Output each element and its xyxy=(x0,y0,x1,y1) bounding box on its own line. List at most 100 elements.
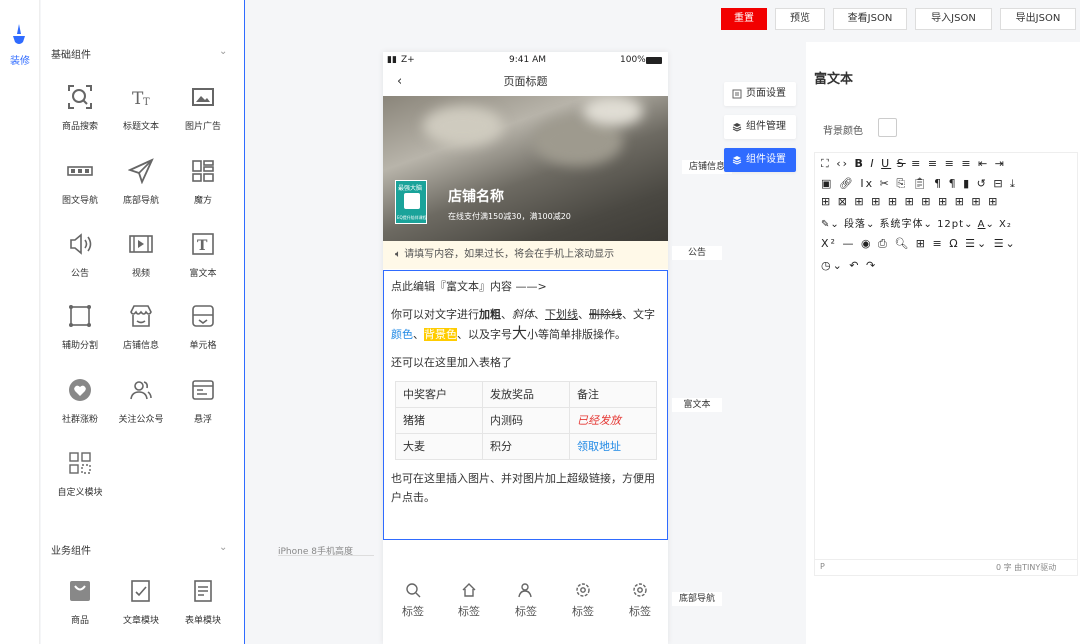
tab-label: 标签 xyxy=(629,605,651,618)
video-icon xyxy=(129,235,153,253)
toolbar-row-4[interactable]: ✎⌄ 段落⌄ 系统字体⌄ 12pt⌄ A⌄ X₂ xyxy=(821,215,1012,233)
paragraph-select[interactable]: 段落 xyxy=(844,219,866,230)
toolbar-row-6[interactable]: ◷⌄ ↶ ↷ xyxy=(821,259,877,277)
comp-label: 辅助分割 xyxy=(61,341,98,351)
nav-decorate-label[interactable]: 装修 xyxy=(0,52,40,67)
comp-bottom-nav[interactable]: 底部导航 xyxy=(111,158,171,206)
custom-grid-icon xyxy=(69,452,91,474)
view-json-button[interactable]: 查看JSON xyxy=(833,8,907,30)
shop-banner[interactable]: 最强大脑 EQ提升陪伴课程 店铺名称 在线支付满150减30，满100减20 xyxy=(383,96,668,241)
float-window-icon xyxy=(192,380,214,400)
tab-item[interactable]: 标签 xyxy=(620,582,660,619)
signal-icon: ▮▮ xyxy=(387,55,397,65)
table-cell: 大麦 xyxy=(395,433,483,460)
comp-image-nav[interactable]: 图文导航 xyxy=(50,158,110,206)
button-label: 组件管理 xyxy=(746,121,786,132)
status-time: 9:41 AM xyxy=(509,55,546,65)
table-cell: 发放奖品 xyxy=(482,381,570,408)
comp-cell[interactable]: 单元格 xyxy=(173,303,233,351)
comp-label: 标题文本 xyxy=(122,122,159,132)
comp-title-text[interactable]: TT 标题文本 xyxy=(111,84,171,132)
rich-text-plain: 、文字 xyxy=(622,308,655,321)
heart-badge-icon xyxy=(69,379,91,401)
back-icon[interactable]: ‹ xyxy=(397,68,402,96)
divider-icon xyxy=(69,305,91,327)
import-json-button[interactable]: 导入JSON xyxy=(915,8,992,30)
comp-goods[interactable]: 商品 xyxy=(50,578,110,626)
tab-item[interactable]: 标签 xyxy=(563,582,603,619)
tab-item[interactable]: 标签 xyxy=(393,582,433,619)
rich-text-italic: 斜体 xyxy=(512,308,534,321)
rich-text-plain: 、 xyxy=(413,328,424,341)
comp-label: 表单模块 xyxy=(184,616,221,626)
comp-label: 商品搜索 xyxy=(61,122,98,132)
comp-follow[interactable]: 关注公众号 xyxy=(111,377,171,425)
comp-label: 悬浮 xyxy=(193,415,212,425)
table-row: 中奖客户 发放奖品 备注 xyxy=(395,381,657,408)
bg-color-swatch[interactable] xyxy=(878,118,897,137)
toolbar-row-3[interactable]: ⊞ ⊠ ⊞ ⊞ ⊞ ⊞ ⊞ ⊞ ⊞ ⊞ ⊞ xyxy=(821,195,999,213)
comp-notice[interactable]: 公告 xyxy=(50,231,110,279)
comp-form[interactable]: 表单模块 xyxy=(173,578,233,626)
size-select[interactable]: 12pt xyxy=(937,219,964,230)
comp-product-search[interactable]: 商品搜索 xyxy=(50,84,110,132)
rich-text-icon: T xyxy=(192,233,214,255)
export-json-button[interactable]: 导出JSON xyxy=(1000,8,1076,30)
notice-bar[interactable]: 🔈︎ 请填写内容，如果过长，将会在手机上滚动显示 xyxy=(383,241,668,269)
rich-text-block[interactable]: 点此编辑『富文本』内容 ——> 你可以对文字进行加粗、斜体、下划线、删除线、文字… xyxy=(383,270,668,540)
brush-icon[interactable] xyxy=(8,22,30,48)
editor-body[interactable]: ⛶ ‹› B I U S ≡ ≡ ≡ ≡ ⇤ ⇥ ▣ 🔗︎ Ix ✂ ⎘ 📋︎ … xyxy=(814,152,1078,576)
comp-article[interactable]: 文章模块 xyxy=(111,578,171,626)
tab-label: 标签 xyxy=(515,605,537,618)
comp-label: 单元格 xyxy=(189,341,217,351)
shop-promo: 在线支付满150减30，满100减20 xyxy=(448,212,571,221)
comp-image-ad[interactable]: 图片广告 xyxy=(173,84,233,132)
toolbar-row-2[interactable]: ▣ 🔗︎ Ix ✂ ⎘ 📋︎ ¶ ¶ ▮ ↺ ⊟ ⤓ xyxy=(821,177,1017,195)
notice-text: 请填写内容，如果过长，将会在手机上滚动显示 xyxy=(404,249,615,260)
comp-custom[interactable]: 自定义模块 xyxy=(50,450,110,498)
comp-magic-cube[interactable]: 魔方 xyxy=(173,158,233,206)
tag-rich-text[interactable]: 富文本 xyxy=(672,398,722,412)
rich-line-4: 也可在这里插入图片、并对图片加上超级链接，方便用户点击。 xyxy=(391,472,655,504)
basic-components-title: 基础组件 xyxy=(51,50,91,61)
search-icon xyxy=(406,583,421,598)
shop-icon xyxy=(130,305,152,327)
table-link[interactable]: 领取地址 xyxy=(569,433,657,460)
toolbar-row-1[interactable]: ⛶ ‹› B I U S ≡ ≡ ≡ ≡ ⇤ ⇥ xyxy=(821,157,1006,175)
comp-community[interactable]: 社群涨粉 xyxy=(50,377,110,425)
page-settings-button[interactable]: 页面设置 xyxy=(724,82,796,106)
cell-icon xyxy=(192,305,214,327)
users-icon xyxy=(130,381,152,400)
preview-button[interactable]: 预览 xyxy=(775,8,825,30)
comp-divider[interactable]: 辅助分割 xyxy=(50,303,110,351)
status-bar: ▮▮ Z+ 9:41 AM 100% xyxy=(383,52,668,68)
tab-item[interactable]: 标签 xyxy=(506,582,546,619)
table-cell: 猪猪 xyxy=(395,407,483,434)
comp-label: 文章模块 xyxy=(122,616,159,626)
editor-title: 富文本 xyxy=(814,72,854,87)
comp-float[interactable]: 悬浮 xyxy=(173,377,233,425)
svg-text:T: T xyxy=(197,238,208,254)
reset-button[interactable]: 重置 xyxy=(721,8,767,30)
tag-notice[interactable]: 公告 xyxy=(672,246,722,260)
comp-rich-text[interactable]: T 富文本 xyxy=(173,231,233,279)
comp-label: 关注公众号 xyxy=(118,415,164,425)
rich-text-bold: 加粗 xyxy=(479,308,501,321)
comp-shop-info[interactable]: 店铺信息 xyxy=(111,303,171,351)
toolbar-row-5[interactable]: X² — ◉ ⎙ 🔍︎ ⊞ ≡ Ω ☰⌄ ☰⌄ xyxy=(821,237,1017,255)
component-manage-button[interactable]: 组件管理 xyxy=(724,115,796,139)
chevron-down-icon[interactable]: ⌄ xyxy=(219,46,227,57)
gear-icon xyxy=(576,583,590,597)
tab-label: 标签 xyxy=(572,605,594,618)
rich-table: 中奖客户 发放奖品 备注 猪猪 内测码 已经发放 大麦 积分 领取地址 xyxy=(395,381,657,460)
font-select[interactable]: 系统字体 xyxy=(880,219,924,230)
chevron-down-icon[interactable]: ⌄ xyxy=(219,542,227,553)
search-frame-icon xyxy=(68,85,92,109)
tag-bottom-nav[interactable]: 底部导航 xyxy=(672,592,722,606)
send-icon xyxy=(127,158,154,185)
comp-label: 公告 xyxy=(70,269,89,279)
editor-statusbar: P 0 字 由TINY驱动 xyxy=(814,559,1078,575)
comp-video[interactable]: 视频 xyxy=(111,231,171,279)
component-settings-button[interactable]: 组件设置 xyxy=(724,148,796,172)
tab-item[interactable]: 标签 xyxy=(449,582,489,619)
